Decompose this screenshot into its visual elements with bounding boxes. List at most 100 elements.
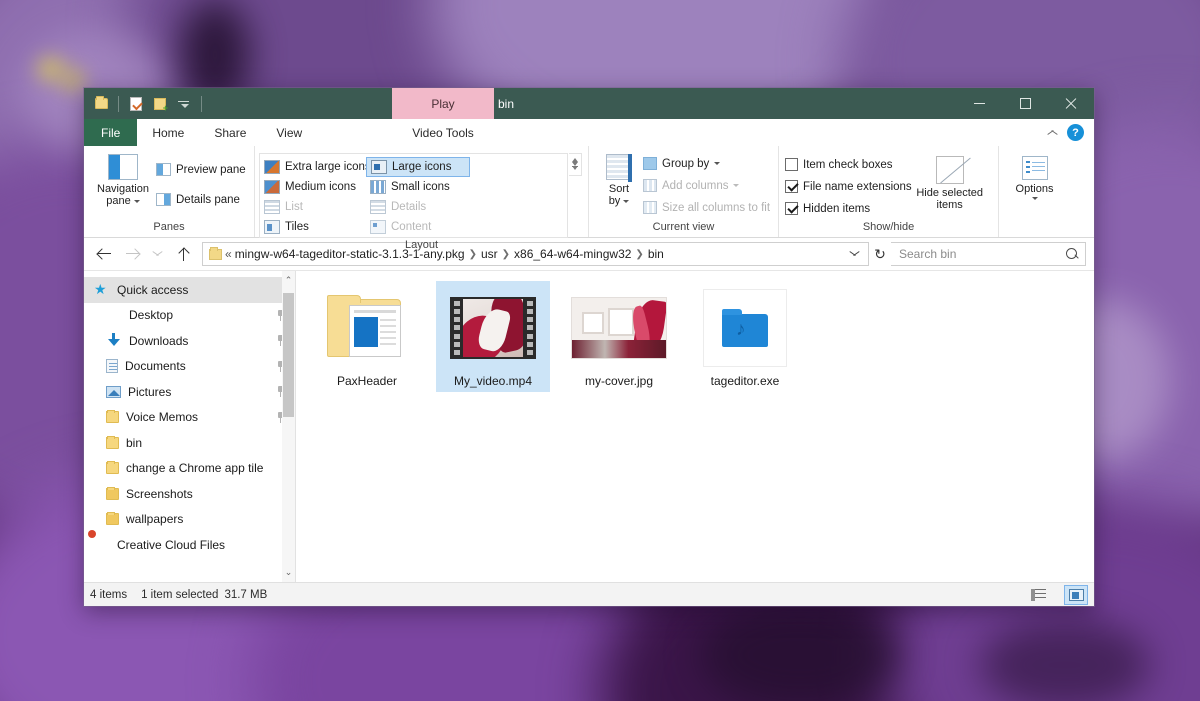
folder-icon[interactable] — [90, 93, 112, 115]
minimize-button[interactable] — [956, 88, 1002, 119]
customize-qat-icon[interactable] — [173, 93, 195, 115]
downloads-icon — [106, 333, 122, 348]
ribbon-group-label-current-view: Current view — [589, 220, 778, 237]
star-icon: ★ — [94, 282, 110, 297]
checkbox-checked-icon[interactable] — [785, 202, 798, 215]
ribbon-group-panes: Navigation pane Preview pane Details pan… — [84, 146, 254, 237]
item-check-boxes-label: Item check boxes — [803, 159, 892, 171]
sort-by-label-1: Sort — [609, 183, 629, 195]
refresh-button[interactable]: ↻ — [869, 243, 891, 265]
ribbon-tab-strip: File Home Share View Video Tools ? — [84, 119, 1094, 146]
wallpaper-stamen — [38, 58, 64, 80]
help-icon[interactable]: ? — [1067, 124, 1084, 141]
sidebar-item-label: bin — [126, 436, 285, 450]
group-by-icon — [643, 157, 657, 170]
file-thumbnail: ♪ — [697, 287, 793, 369]
breadcrumb-item-3[interactable]: bin — [648, 247, 664, 261]
tab-file[interactable]: File — [84, 119, 137, 146]
folder-icon — [327, 295, 407, 361]
file-grid: PaxHeader My_video.mp4 — [310, 281, 1094, 392]
group-by-button[interactable]: Group by — [643, 154, 770, 173]
navigation-pane-scrollbar[interactable]: ⌃ ⌄ — [282, 271, 295, 582]
tab-home[interactable]: Home — [137, 119, 199, 146]
layout-item-label: Extra large icons — [285, 161, 371, 173]
search-icon[interactable] — [1066, 248, 1079, 261]
hide-selected-items-button[interactable]: Hide selected items — [912, 152, 988, 211]
recent-locations-button[interactable] — [144, 241, 170, 267]
sort-by-button[interactable]: Sort by — [595, 152, 643, 207]
sidebar-item-screenshots[interactable]: Screenshots — [84, 481, 295, 507]
scroll-down-icon[interactable]: ⌄ — [282, 565, 295, 580]
checkbox-checked-icon[interactable] — [785, 180, 798, 193]
breadcrumb-overflow[interactable]: « — [225, 247, 232, 261]
sidebar-item-creative-cloud-files[interactable]: Creative Cloud Files — [84, 532, 295, 558]
file-item-my-cover-jpg[interactable]: my-cover.jpg — [562, 281, 676, 392]
details-view-button[interactable] — [1026, 585, 1050, 605]
close-button[interactable] — [1048, 88, 1094, 119]
file-item-my-video-mp4[interactable]: My_video.mp4 — [436, 281, 550, 392]
sidebar-item-change-a-chrome-app-tile[interactable]: change a Chrome app tile — [84, 456, 295, 482]
file-item-tageditor-exe[interactable]: ♪ tageditor.exe — [688, 281, 802, 392]
tab-video-tools[interactable]: Video Tools — [392, 119, 494, 146]
sidebar-item-pictures[interactable]: Pictures — [84, 379, 295, 405]
scrollbar-thumb[interactable] — [283, 293, 294, 417]
item-check-boxes-option[interactable]: Item check boxes — [785, 155, 912, 174]
add-columns-button[interactable]: Add columns — [643, 176, 770, 195]
file-list-view[interactable]: PaxHeader My_video.mp4 — [296, 271, 1094, 582]
image-file-icon — [571, 297, 667, 359]
layout-extra-large-icons[interactable]: Extra large icons — [260, 157, 364, 177]
content-view-icon — [370, 220, 386, 234]
address-dropdown-icon[interactable] — [849, 250, 860, 259]
layout-list[interactable]: List — [260, 197, 364, 217]
size-all-columns-button[interactable]: Size all columns to fit — [643, 198, 770, 217]
large-icons-icon — [371, 160, 387, 174]
search-input[interactable]: Search bin — [899, 247, 1066, 261]
layout-content[interactable]: Content — [366, 217, 470, 237]
layout-item-label: Tiles — [285, 221, 309, 233]
hidden-items-option[interactable]: Hidden items — [785, 199, 912, 218]
video-file-icon — [450, 297, 536, 359]
up-button[interactable] — [170, 241, 196, 267]
back-button[interactable] — [92, 241, 118, 267]
breadcrumb-separator[interactable]: ❯ — [634, 249, 644, 260]
file-item-paxheader[interactable]: PaxHeader — [310, 281, 424, 392]
tab-share[interactable]: Share — [199, 119, 261, 146]
window-controls — [956, 88, 1094, 119]
forward-button[interactable] — [118, 241, 144, 267]
layout-item-label: Details — [391, 201, 426, 213]
details-pane-button[interactable]: Details pane — [156, 190, 246, 209]
sidebar-item-wallpapers[interactable]: wallpapers — [84, 507, 295, 533]
tab-view[interactable]: View — [261, 119, 317, 146]
ribbon: Navigation pane Preview pane Details pan… — [84, 146, 1094, 238]
layout-large-icons[interactable]: Large icons — [366, 157, 470, 177]
file-explorer-window: Play bin File Home Share View Video Tool… — [84, 88, 1094, 606]
navigation-pane-button[interactable]: Navigation pane — [90, 152, 156, 207]
options-icon — [1022, 156, 1048, 180]
preview-pane-label: Preview pane — [176, 164, 246, 176]
preview-pane-button[interactable]: Preview pane — [156, 160, 246, 179]
scroll-up-icon[interactable]: ⌃ — [282, 273, 295, 288]
search-box[interactable]: Search bin — [891, 242, 1086, 266]
sidebar-item-downloads[interactable]: Downloads — [84, 328, 295, 354]
layout-medium-icons[interactable]: Medium icons — [260, 177, 364, 197]
chevron-up-icon[interactable] — [1047, 129, 1058, 136]
file-name-extensions-option[interactable]: File name extensions — [785, 177, 912, 196]
add-columns-icon — [643, 179, 657, 192]
sidebar-item-bin[interactable]: bin — [84, 430, 295, 456]
layout-tiles[interactable]: Tiles — [260, 217, 364, 237]
sidebar-item-desktop[interactable]: Desktop — [84, 303, 295, 329]
layout-details[interactable]: Details — [366, 197, 470, 217]
contextual-tab-group-play[interactable]: Play — [392, 88, 494, 119]
gallery-more-icon[interactable] — [572, 166, 578, 170]
sidebar-item-documents[interactable]: Documents — [84, 354, 295, 380]
properties-icon[interactable] — [125, 93, 147, 115]
sidebar-item-voice-memos[interactable]: Voice Memos — [84, 405, 295, 431]
sidebar-item-quick-access[interactable]: ★ Quick access — [84, 277, 295, 303]
new-folder-icon[interactable] — [149, 93, 171, 115]
layout-gallery-scroll[interactable] — [569, 153, 582, 176]
maximize-button[interactable] — [1002, 88, 1048, 119]
options-button[interactable]: Options — [1005, 152, 1064, 200]
checkbox-icon[interactable] — [785, 158, 798, 171]
large-icons-view-button[interactable] — [1064, 585, 1088, 605]
layout-small-icons[interactable]: Small icons — [366, 177, 470, 197]
